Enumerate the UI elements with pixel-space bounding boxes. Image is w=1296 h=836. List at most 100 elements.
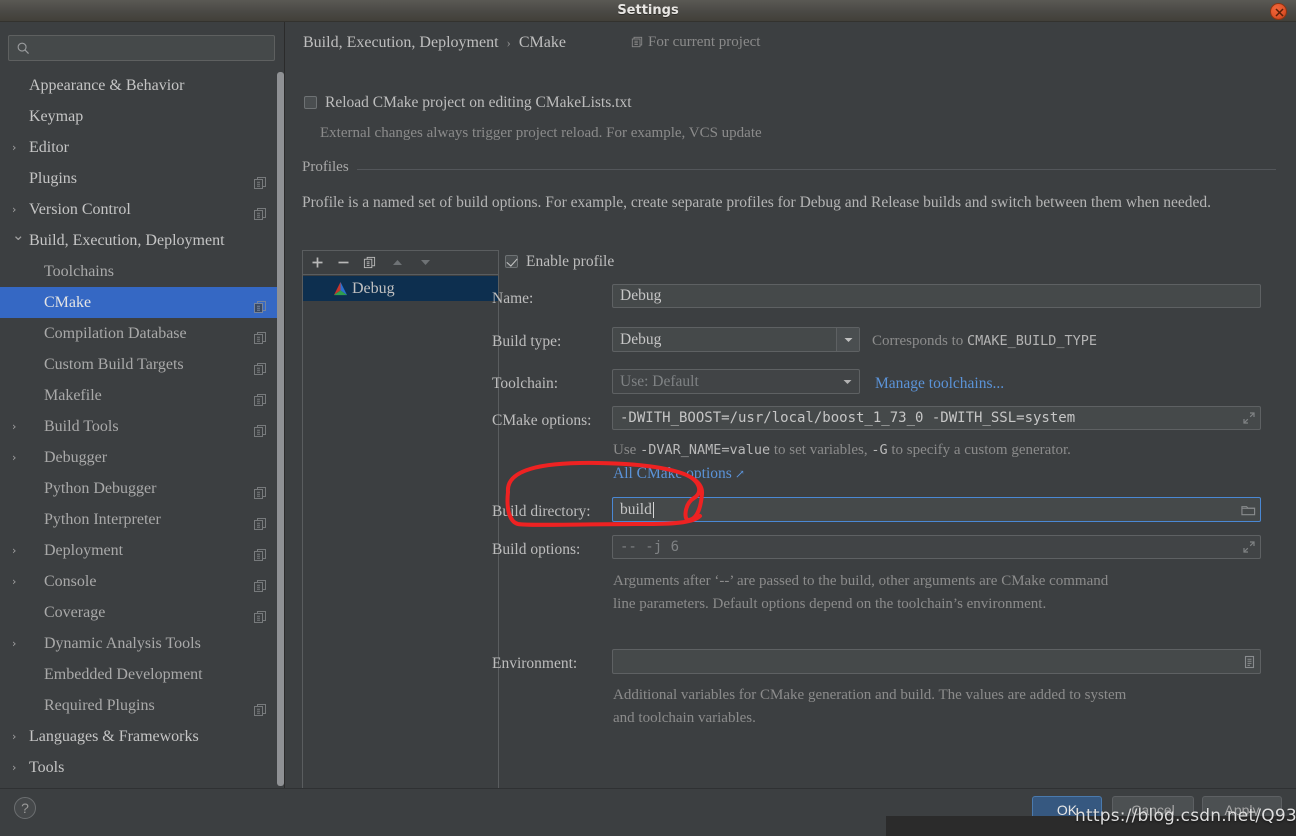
external-link-icon: ↗ bbox=[734, 467, 745, 481]
folder-icon[interactable] bbox=[1241, 503, 1256, 517]
remove-profile-button[interactable] bbox=[331, 251, 357, 274]
enable-profile-row[interactable]: Enable profile bbox=[505, 253, 614, 271]
sidebar-item-console[interactable]: › Console bbox=[0, 566, 284, 597]
breadcrumb-separator-icon: › bbox=[506, 35, 511, 50]
build-type-dropdown-arrow[interactable] bbox=[836, 328, 859, 351]
sidebar-item-custom-build-targets[interactable]: Custom Build Targets bbox=[0, 349, 284, 380]
window-title: Settings bbox=[617, 3, 679, 18]
sidebar-item-label: Embedded Development bbox=[44, 666, 203, 683]
move-down-button[interactable] bbox=[413, 251, 439, 274]
breadcrumb-root[interactable]: Build, Execution, Deployment bbox=[303, 34, 499, 51]
build-options-input[interactable]: -- -j 6 bbox=[612, 535, 1261, 559]
chevron-right-icon[interactable]: › bbox=[12, 442, 24, 473]
sidebar-item-debugger[interactable]: › Debugger bbox=[0, 442, 284, 473]
copy-icon bbox=[254, 704, 266, 716]
sidebar-item-label: Compilation Database bbox=[44, 325, 187, 342]
all-cmake-options-link-row[interactable]: All CMake options ↗ bbox=[613, 465, 745, 483]
environment-input[interactable] bbox=[612, 649, 1261, 674]
sidebar-item-compilation-database[interactable]: Compilation Database bbox=[0, 318, 284, 349]
toolchain-dropdown-arrow[interactable] bbox=[836, 370, 859, 393]
enable-profile-checkbox[interactable] bbox=[505, 255, 518, 268]
reload-cmake-checkbox-row[interactable]: Reload CMake project on editing CMakeLis… bbox=[304, 94, 632, 112]
copy-icon bbox=[254, 394, 266, 406]
sidebar-item-tools[interactable]: › Tools bbox=[0, 752, 284, 783]
name-input[interactable]: Debug bbox=[612, 284, 1261, 308]
sidebar-item-editor[interactable]: › Editor bbox=[0, 132, 284, 163]
expand-icon[interactable] bbox=[1242, 411, 1256, 425]
hint-code-2: -G bbox=[871, 442, 888, 458]
module-scope-icon bbox=[253, 697, 267, 716]
add-profile-button[interactable] bbox=[305, 251, 331, 274]
chevron-right-icon[interactable]: › bbox=[12, 721, 24, 752]
enable-profile-label: Enable profile bbox=[526, 253, 615, 270]
module-scope-icon bbox=[253, 294, 267, 313]
search-box[interactable] bbox=[8, 35, 275, 61]
sidebar-item-plugins[interactable]: Plugins bbox=[0, 163, 284, 194]
sidebar-item-required-plugins[interactable]: Required Plugins bbox=[0, 690, 284, 721]
build-options-label: Build options: bbox=[492, 541, 581, 558]
chevron-right-icon[interactable]: › bbox=[12, 535, 24, 566]
profiles-description: Profile is a named set of build options.… bbox=[302, 194, 1212, 211]
move-up-button[interactable] bbox=[385, 251, 411, 274]
sidebar-scrollbar[interactable] bbox=[277, 72, 284, 786]
help-button[interactable]: ? bbox=[14, 797, 36, 819]
chevron-down-icon[interactable]: ⌄ bbox=[12, 220, 25, 251]
sidebar-item-label: Keymap bbox=[29, 108, 84, 125]
chevron-right-icon[interactable]: › bbox=[12, 566, 24, 597]
sidebar-item-embedded-development[interactable]: Embedded Development bbox=[0, 659, 284, 690]
cmake-options-input[interactable]: -DWITH_BOOST=/usr/local/boost_1_73_0 -DW… bbox=[612, 406, 1261, 430]
copy-profile-button[interactable] bbox=[357, 251, 383, 274]
sidebar-item-build-tools[interactable]: › Build Tools bbox=[0, 411, 284, 442]
environment-label: Environment: bbox=[492, 655, 578, 672]
module-scope-icon bbox=[253, 418, 267, 437]
manage-toolchains-link[interactable]: Manage toolchains... bbox=[875, 375, 1004, 393]
sidebar-item-makefile[interactable]: Makefile bbox=[0, 380, 284, 411]
sidebar-item-label: Required Plugins bbox=[44, 697, 155, 714]
cmake-icon bbox=[333, 281, 348, 296]
all-cmake-options-link[interactable]: All CMake options bbox=[613, 465, 732, 482]
build-type-combobox[interactable]: Debug bbox=[612, 327, 860, 352]
module-scope-icon bbox=[253, 573, 267, 592]
sidebar-item-label: Editor bbox=[29, 139, 69, 156]
build-type-note: Corresponds to CMAKE_BUILD_TYPE bbox=[872, 333, 1097, 350]
search-input[interactable] bbox=[36, 36, 270, 60]
sidebar-item-cmake[interactable]: CMake bbox=[0, 287, 284, 318]
chevron-right-icon[interactable]: › bbox=[12, 752, 24, 783]
variables-icon[interactable] bbox=[1243, 655, 1256, 669]
cmake-options-hint: Use -DVAR_NAME=value to set variables, -… bbox=[613, 442, 1071, 459]
copy-icon bbox=[254, 208, 266, 220]
sidebar-item-coverage[interactable]: Coverage bbox=[0, 597, 284, 628]
sidebar-item-keymap[interactable]: Keymap bbox=[0, 101, 284, 132]
sidebar-item-version-control[interactable]: › Version Control bbox=[0, 194, 284, 225]
cmake-options-label: CMake options: bbox=[492, 412, 592, 429]
copy-icon bbox=[254, 518, 266, 530]
text-caret bbox=[652, 501, 654, 518]
chevron-right-icon[interactable]: › bbox=[12, 628, 24, 659]
close-glyph bbox=[1275, 8, 1284, 17]
chevron-right-icon[interactable]: › bbox=[12, 411, 24, 442]
sidebar-item-build-execution-deployment[interactable]: ⌄ Build, Execution, Deployment bbox=[0, 225, 284, 256]
sidebar-item-languages-frameworks[interactable]: › Languages & Frameworks bbox=[0, 721, 284, 752]
module-scope-icon bbox=[253, 356, 267, 375]
sidebar-item-toolchains[interactable]: Toolchains bbox=[0, 256, 284, 287]
build-directory-input[interactable]: build bbox=[612, 497, 1261, 522]
sidebar-item-label: Debugger bbox=[44, 449, 108, 466]
expand-icon[interactable] bbox=[1242, 540, 1256, 554]
chevron-down-icon bbox=[843, 379, 852, 384]
chevron-right-icon[interactable]: › bbox=[12, 132, 24, 163]
sidebar-item-label: Tools bbox=[29, 759, 65, 776]
close-icon[interactable] bbox=[1270, 3, 1287, 20]
breadcrumb: Build, Execution, Deployment › CMake bbox=[303, 34, 566, 56]
sidebar-item-python-interpreter[interactable]: Python Interpreter bbox=[0, 504, 284, 535]
sidebar-item-python-debugger[interactable]: Python Debugger bbox=[0, 473, 284, 504]
settings-tree[interactable]: Appearance & Behavior Keymap › Editor Plugin… bbox=[0, 70, 284, 788]
sidebar-item-deployment[interactable]: › Deployment bbox=[0, 535, 284, 566]
sidebar-item-dynamic-analysis-tools[interactable]: › Dynamic Analysis Tools bbox=[0, 628, 284, 659]
copy-icon bbox=[254, 487, 266, 499]
profile-list-item-debug[interactable]: Debug bbox=[303, 276, 498, 301]
toolchain-combobox[interactable]: Use: Default bbox=[612, 369, 860, 394]
cmake-options-value: -DWITH_BOOST=/usr/local/boost_1_73_0 -DW… bbox=[620, 410, 1076, 426]
module-icon bbox=[631, 36, 643, 53]
sidebar-item-appearance-behavior[interactable]: Appearance & Behavior bbox=[0, 70, 284, 101]
reload-cmake-checkbox[interactable] bbox=[304, 96, 317, 109]
